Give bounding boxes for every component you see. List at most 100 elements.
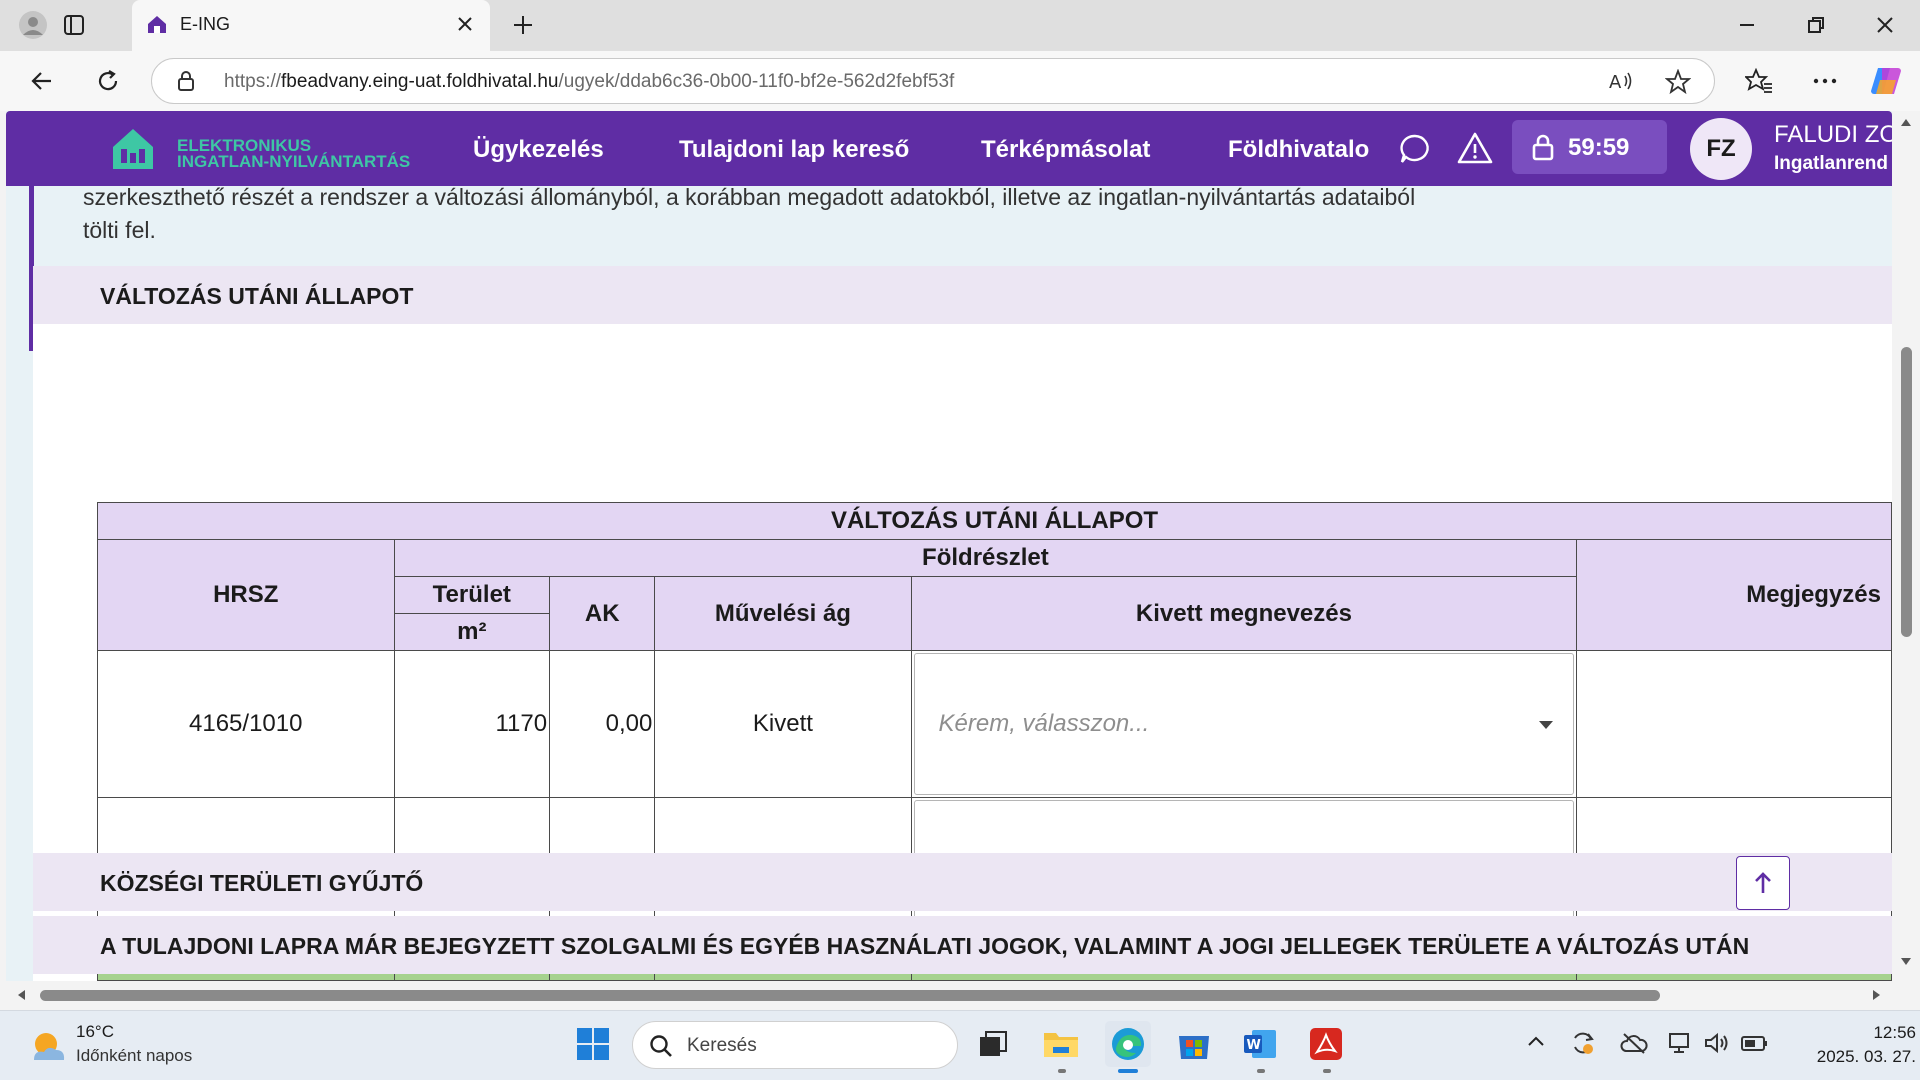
minimize-icon[interactable] — [1727, 5, 1767, 45]
cell-ak: 0,00 — [549, 650, 656, 798]
edge-browser-icon[interactable] — [1105, 1021, 1151, 1067]
volume-icon[interactable] — [1703, 1031, 1731, 1055]
window-close-icon[interactable] — [1865, 5, 1905, 45]
scroll-left-arrow-icon[interactable] — [16, 989, 26, 1001]
warning-icon[interactable] — [1457, 131, 1493, 165]
content-card: VÁLTOZÁS UTÁNI ÁLLAPOT VÁLTOZÁS UTÁNI ÁL… — [33, 266, 1892, 981]
network-icon[interactable] — [1668, 1031, 1694, 1055]
url-text[interactable]: https://fbeadvany.eing-uat.foldhivatal.h… — [224, 71, 954, 93]
col-header-megjegyzes: Megjegyzés — [1576, 539, 1892, 651]
section-header-szolgalmi-jogok[interactable]: A TULAJDONI LAPRA MÁR BEJEGYZETT SZOLGAL… — [33, 916, 1892, 974]
site-header: ELEKTRONIKUS INGATLAN-NYILVÁNTARTÁS Ügyk… — [6, 111, 1892, 186]
col-header-ak: AK — [549, 576, 656, 651]
back-icon[interactable] — [22, 61, 62, 101]
tab-title: E-ING — [180, 14, 231, 34]
nav-foldhivatalok[interactable]: Földhivatalo — [1228, 136, 1369, 164]
nav-tulajdoni-lap-kereso[interactable]: Tulajdoni lap kereső — [679, 136, 909, 164]
house-favicon-icon — [146, 13, 168, 35]
info-text-line2: tölti fel. — [83, 217, 156, 243]
page-viewport: ELEKTRONIKUS INGATLAN-NYILVÁNTARTÁS Ügyk… — [6, 111, 1892, 981]
section-title: KÖZSÉGI TERÜLETI GYŰJTŐ — [100, 870, 424, 896]
col-header-hrsz: HRSZ — [97, 539, 395, 651]
task-view-icon[interactable] — [970, 1021, 1016, 1067]
section-header-valtozas[interactable]: VÁLTOZÁS UTÁNI ÁLLAPOT — [33, 266, 1892, 324]
cell-megjegyzes[interactable] — [1576, 650, 1892, 798]
vertical-scrollbar[interactable] — [1892, 111, 1920, 981]
read-aloud-icon[interactable]: A — [1608, 69, 1634, 93]
windows-start-icon[interactable] — [570, 1021, 616, 1067]
close-tab-icon[interactable] — [454, 13, 476, 35]
refresh-icon[interactable] — [88, 61, 128, 101]
new-tab-icon[interactable] — [503, 5, 543, 45]
copilot-icon[interactable] — [1866, 61, 1906, 101]
restore-icon[interactable] — [1796, 5, 1836, 45]
clock-date[interactable]: 2025. 03. 27. — [1780, 1047, 1916, 1067]
kivett-megnevezes-select[interactable]: Kérem, válasszon... — [913, 653, 1575, 795]
sync-icon[interactable] — [1570, 1030, 1596, 1056]
session-timer[interactable]: 59:59 — [1512, 120, 1667, 174]
table-row: 4165/1010 1170 0,00 Kivett Kérem, válass… — [97, 650, 1892, 798]
windows-taskbar: 16°C Időnként napos Keresés W 12:56 2025… — [0, 1010, 1920, 1080]
col-group-foldreszlet: Földrészlet — [393, 539, 1578, 577]
user-role: Ingatlanrend — [1774, 153, 1889, 174]
word-icon[interactable]: W — [1237, 1021, 1283, 1067]
chevron-up-icon[interactable] — [1527, 1035, 1545, 1047]
col-header-terulet: Terület — [393, 576, 551, 614]
horizontal-scrollbar[interactable] — [6, 981, 1892, 1009]
site-logo-text[interactable]: ELEKTRONIKUS INGATLAN-NYILVÁNTARTÁS — [177, 137, 410, 170]
browser-toolbar: https://fbeadvany.eing-uat.foldhivatal.h… — [0, 51, 1920, 111]
select-placeholder: Kérem, válasszon... — [938, 710, 1150, 737]
lock-timer-icon — [1532, 133, 1554, 161]
microsoft-store-icon[interactable] — [1171, 1021, 1217, 1067]
weather-description[interactable]: Időnként napos — [76, 1046, 192, 1066]
browser-tab-strip: E-ING — [0, 0, 1920, 51]
favorite-star-icon[interactable] — [1665, 69, 1691, 95]
arrow-up-icon — [1755, 872, 1771, 893]
cell-kivett-megnevezes: Kérem, válasszon... — [910, 650, 1578, 798]
info-text-line1: szerkeszthető részét a rendszer a változ… — [83, 184, 1416, 210]
acrobat-pdf-icon[interactable] — [1303, 1021, 1349, 1067]
file-explorer-icon[interactable] — [1038, 1021, 1084, 1067]
scroll-right-arrow-icon[interactable] — [1872, 989, 1882, 1001]
weather-sun-cloud-icon[interactable] — [28, 1028, 68, 1064]
running-indicator — [1058, 1069, 1066, 1073]
running-indicator — [1257, 1069, 1265, 1073]
more-options-icon[interactable] — [1805, 61, 1845, 101]
chat-bubble-icon[interactable] — [1399, 133, 1431, 165]
svg-text:A: A — [1609, 72, 1622, 93]
running-indicator — [1323, 1069, 1331, 1073]
cell-hrsz: 4165/1010 — [97, 650, 395, 798]
active-indicator — [1118, 1069, 1138, 1073]
cloud-offline-icon[interactable] — [1620, 1032, 1648, 1054]
browser-tab[interactable]: E-ING — [132, 0, 490, 51]
taskbar-search-box[interactable]: Keresés — [632, 1021, 958, 1069]
address-bar[interactable]: https://fbeadvany.eing-uat.foldhivatal.h… — [151, 58, 1715, 104]
scroll-up-arrow-icon[interactable] — [1900, 117, 1912, 127]
cell-terulet: 1170 — [393, 650, 551, 798]
col-header-unit: m² — [393, 613, 551, 651]
section-title: A TULAJDONI LAPRA MÁR BEJEGYZETT SZOLGAL… — [100, 933, 1750, 959]
horizontal-scroll-thumb[interactable] — [40, 990, 1660, 1001]
col-header-muvelesi-ag: Művelési ág — [654, 576, 912, 651]
nav-ugykezeles[interactable]: Ügykezelés — [473, 136, 604, 164]
timer-value: 59:59 — [1568, 134, 1630, 161]
col-header-kivett-megnevezes: Kivett megnevezés — [910, 576, 1578, 651]
profile-icon[interactable] — [13, 5, 53, 45]
battery-icon[interactable] — [1740, 1031, 1770, 1055]
nav-terkepmasolat[interactable]: Térképmásolat — [981, 136, 1150, 164]
vertical-scroll-thumb[interactable] — [1901, 347, 1912, 637]
user-avatar[interactable]: FZ — [1690, 118, 1752, 180]
svg-text:W: W — [1247, 1038, 1261, 1053]
user-name[interactable]: FALUDI ZO — [1774, 121, 1892, 149]
workspaces-icon[interactable] — [54, 5, 94, 45]
scroll-to-top-button[interactable] — [1736, 856, 1790, 910]
lock-icon[interactable] — [176, 70, 196, 92]
house-logo-icon[interactable] — [110, 125, 156, 171]
clock-time[interactable]: 12:56 — [1836, 1023, 1916, 1043]
section-header-kozsegi[interactable]: KÖZSÉGI TERÜLETI GYŰJTŐ — [33, 853, 1892, 911]
weather-temperature[interactable]: 16°C — [76, 1022, 114, 1042]
favorites-icon[interactable] — [1739, 61, 1779, 101]
caret-down-icon[interactable] — [1539, 721, 1554, 729]
table-caption: VÁLTOZÁS UTÁNI ÁLLAPOT — [97, 502, 1892, 540]
scroll-down-arrow-icon[interactable] — [1900, 957, 1912, 967]
